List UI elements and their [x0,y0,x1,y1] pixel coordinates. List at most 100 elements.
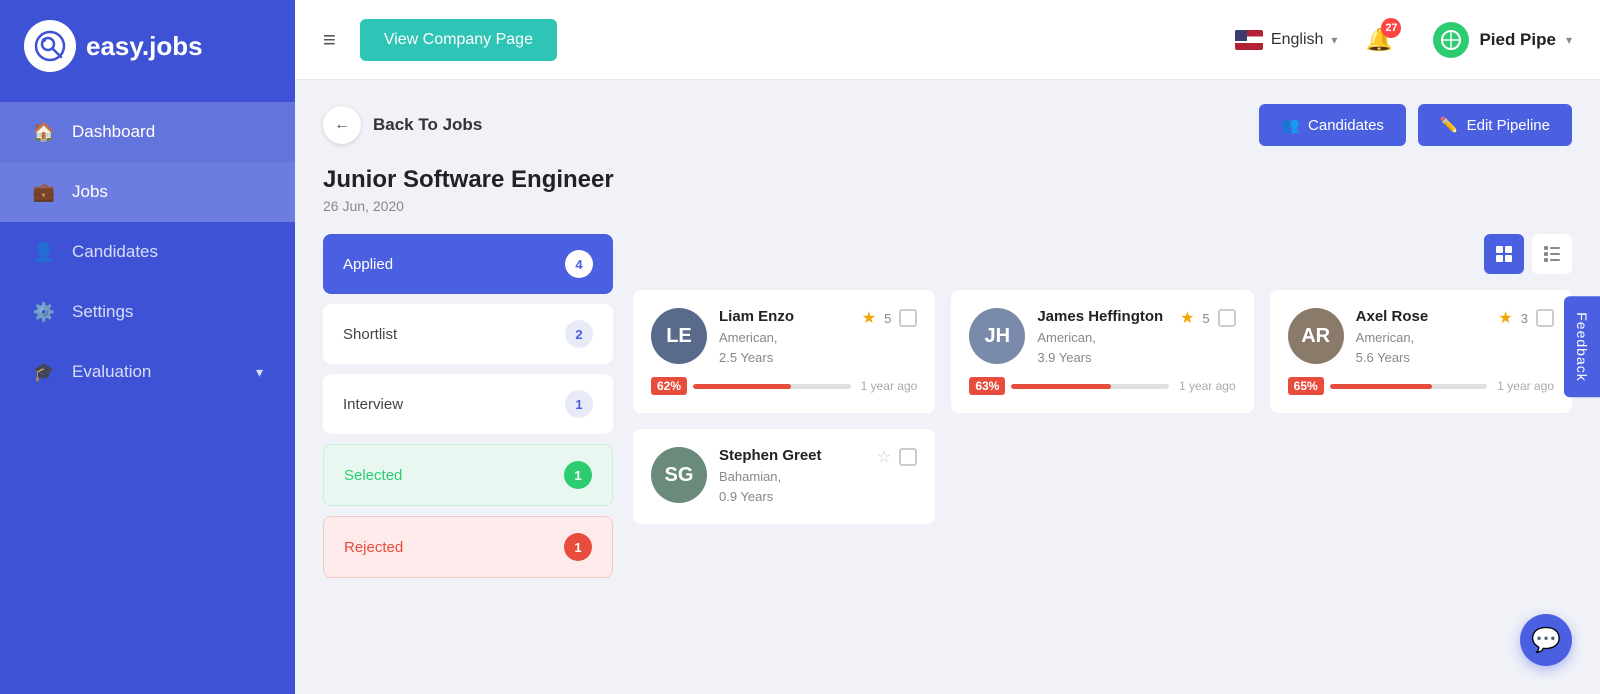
app-name: easy.jobs [86,31,203,62]
pipeline-item-interview[interactable]: Interview 1 [323,374,613,434]
pipeline-badge-interview: 1 [565,390,593,418]
candidates-area: LE Liam Enzo American, 2.5 Years ★ 5 [633,234,1572,578]
candidate-name-axel: Axel Rose [1356,308,1487,325]
candidates-icon: 👤 [32,240,56,264]
list-view-button[interactable] [1532,234,1572,274]
job-date: 26 Jun, 2020 [323,198,1572,214]
star-count-james: 5 [1202,311,1209,326]
pipeline-label-rejected: Rejected [344,539,403,556]
match-label-axel: 65% [1288,377,1324,395]
sidebar-item-jobs[interactable]: 💼 Jobs [0,162,295,222]
pipeline-badge-shortlist: 2 [565,320,593,348]
star-icon-stephen: ☆ [877,447,891,467]
edit-pipeline-button[interactable]: ✏️ Edit Pipeline [1418,104,1572,146]
logo-icon [24,20,76,72]
match-bar-axel [1330,384,1488,389]
candidate-name-liam: Liam Enzo [719,308,850,325]
pipeline-label-interview: Interview [343,396,403,413]
match-fill-james [1011,384,1110,389]
edit-pipeline-label: Edit Pipeline [1467,117,1550,134]
pipeline-badge-rejected: 1 [564,533,592,561]
pipeline-item-selected[interactable]: Selected 1 [323,444,613,506]
candidates-button[interactable]: 👥 Candidates [1259,104,1406,146]
checkbox-james[interactable] [1218,309,1236,327]
checkbox-liam[interactable] [899,309,917,327]
sidebar-label-dashboard: Dashboard [72,122,155,142]
back-to-jobs-button[interactable]: ← Back To Jobs [323,106,482,144]
chat-icon: 💬 [1531,626,1561,655]
star-icon-james: ★ [1180,308,1194,328]
sidebar-item-candidates[interactable]: 👤 Candidates [0,222,295,282]
company-name-label: Pied Pipe [1479,30,1556,50]
chevron-down-icon: ▾ [256,364,263,381]
candidate-card-axel[interactable]: AR Axel Rose American, 5.6 Years ★ 3 [1270,290,1572,413]
company-selector[interactable]: Pied Pipe ▾ [1433,22,1572,58]
language-label: English [1271,31,1323,49]
sidebar-label-evaluation: Evaluation [72,362,151,382]
star-icon-axel: ★ [1498,308,1512,328]
header: ≡ View Company Page English ▾ 🔔 27 Pied … [295,0,1600,80]
pipeline-item-rejected[interactable]: Rejected 1 [323,516,613,578]
notification-button[interactable]: 🔔 27 [1361,22,1397,58]
candidate-meta-liam: American, 2.5 Years [719,328,850,367]
flag-icon [1235,30,1263,50]
pipeline-label-applied: Applied [343,256,393,273]
language-selector[interactable]: English ▾ [1235,30,1338,50]
match-fill-liam [693,384,791,389]
time-ago-james: 1 year ago [1179,379,1236,393]
pipeline-item-shortlist[interactable]: Shortlist 2 [323,304,613,364]
star-icon-liam: ★ [862,308,876,328]
match-label-james: 63% [969,377,1005,395]
match-fill-axel [1330,384,1432,389]
star-count-axel: 3 [1521,311,1528,326]
sidebar-label-candidates: Candidates [72,242,158,262]
checkbox-axel[interactable] [1536,309,1554,327]
logo-area: easy.jobs [0,0,295,92]
view-company-button[interactable]: View Company Page [360,19,557,61]
jobs-icon: 💼 [32,180,56,204]
pipeline-item-applied[interactable]: Applied 4 [323,234,613,294]
view-toggle [633,234,1572,274]
candidate-meta-axel: American, 5.6 Years [1356,328,1487,367]
sidebar-label-settings: Settings [72,302,133,322]
lang-chevron-icon: ▾ [1331,33,1337,47]
pipeline-label-shortlist: Shortlist [343,326,397,343]
star-count-liam: 5 [884,311,891,326]
pipeline-label-selected: Selected [344,467,402,484]
checkbox-stephen[interactable] [899,448,917,466]
grid-view-button[interactable] [1484,234,1524,274]
pipeline-badge-selected: 1 [564,461,592,489]
company-chevron-icon: ▾ [1566,33,1572,47]
candidates-grid: LE Liam Enzo American, 2.5 Years ★ 5 [633,290,1572,524]
pipeline-sidebar: Applied 4 Shortlist 2 Interview 1 Select… [323,234,613,578]
pipeline-badge-applied: 4 [565,250,593,278]
sidebar-label-jobs: Jobs [72,182,108,202]
sidebar-item-settings[interactable]: ⚙️ Settings [0,282,295,342]
content-area: ← Back To Jobs 👥 Candidates ✏️ Edit Pipe… [295,80,1600,694]
sidebar: easy.jobs 🏠 Dashboard 💼 Jobs 👤 Candidate… [0,0,295,694]
candidate-card-stephen[interactable]: SG Stephen Greet Bahamian, 0.9 Years ☆ [633,429,935,524]
time-ago-axel: 1 year ago [1497,379,1554,393]
edit-icon: ✏️ [1440,116,1459,134]
job-content: Applied 4 Shortlist 2 Interview 1 Select… [323,234,1572,578]
main-area: ≡ View Company Page English ▾ 🔔 27 Pied … [295,0,1600,694]
chat-button[interactable]: 💬 [1520,614,1572,666]
candidate-card-liam[interactable]: LE Liam Enzo American, 2.5 Years ★ 5 [633,290,935,413]
card-footer-axel: 65% 1 year ago [1288,377,1554,395]
evaluation-icon: 🎓 [32,360,56,384]
candidate-card-james[interactable]: JH James Heffington American, 3.9 Years … [951,290,1253,413]
candidates-btn-icon: 👥 [1281,116,1300,134]
time-ago-liam: 1 year ago [861,379,918,393]
card-top-liam: LE Liam Enzo American, 2.5 Years ★ 5 [651,308,917,367]
avatar-axel: AR [1288,308,1344,364]
candidates-btn-label: Candidates [1308,117,1384,134]
feedback-tab[interactable]: Feedback [1564,296,1600,397]
sidebar-item-dashboard[interactable]: 🏠 Dashboard [0,102,295,162]
sidebar-item-evaluation[interactable]: 🎓 Evaluation ▾ [0,342,295,402]
notification-badge: 27 [1381,18,1401,38]
card-top-stephen: SG Stephen Greet Bahamian, 0.9 Years ☆ [651,447,917,506]
top-actions: 👥 Candidates ✏️ Edit Pipeline [1259,104,1572,146]
candidate-name-james: James Heffington [1037,308,1168,325]
hamburger-icon[interactable]: ≡ [323,27,336,53]
content-topbar: ← Back To Jobs 👥 Candidates ✏️ Edit Pipe… [323,104,1572,146]
